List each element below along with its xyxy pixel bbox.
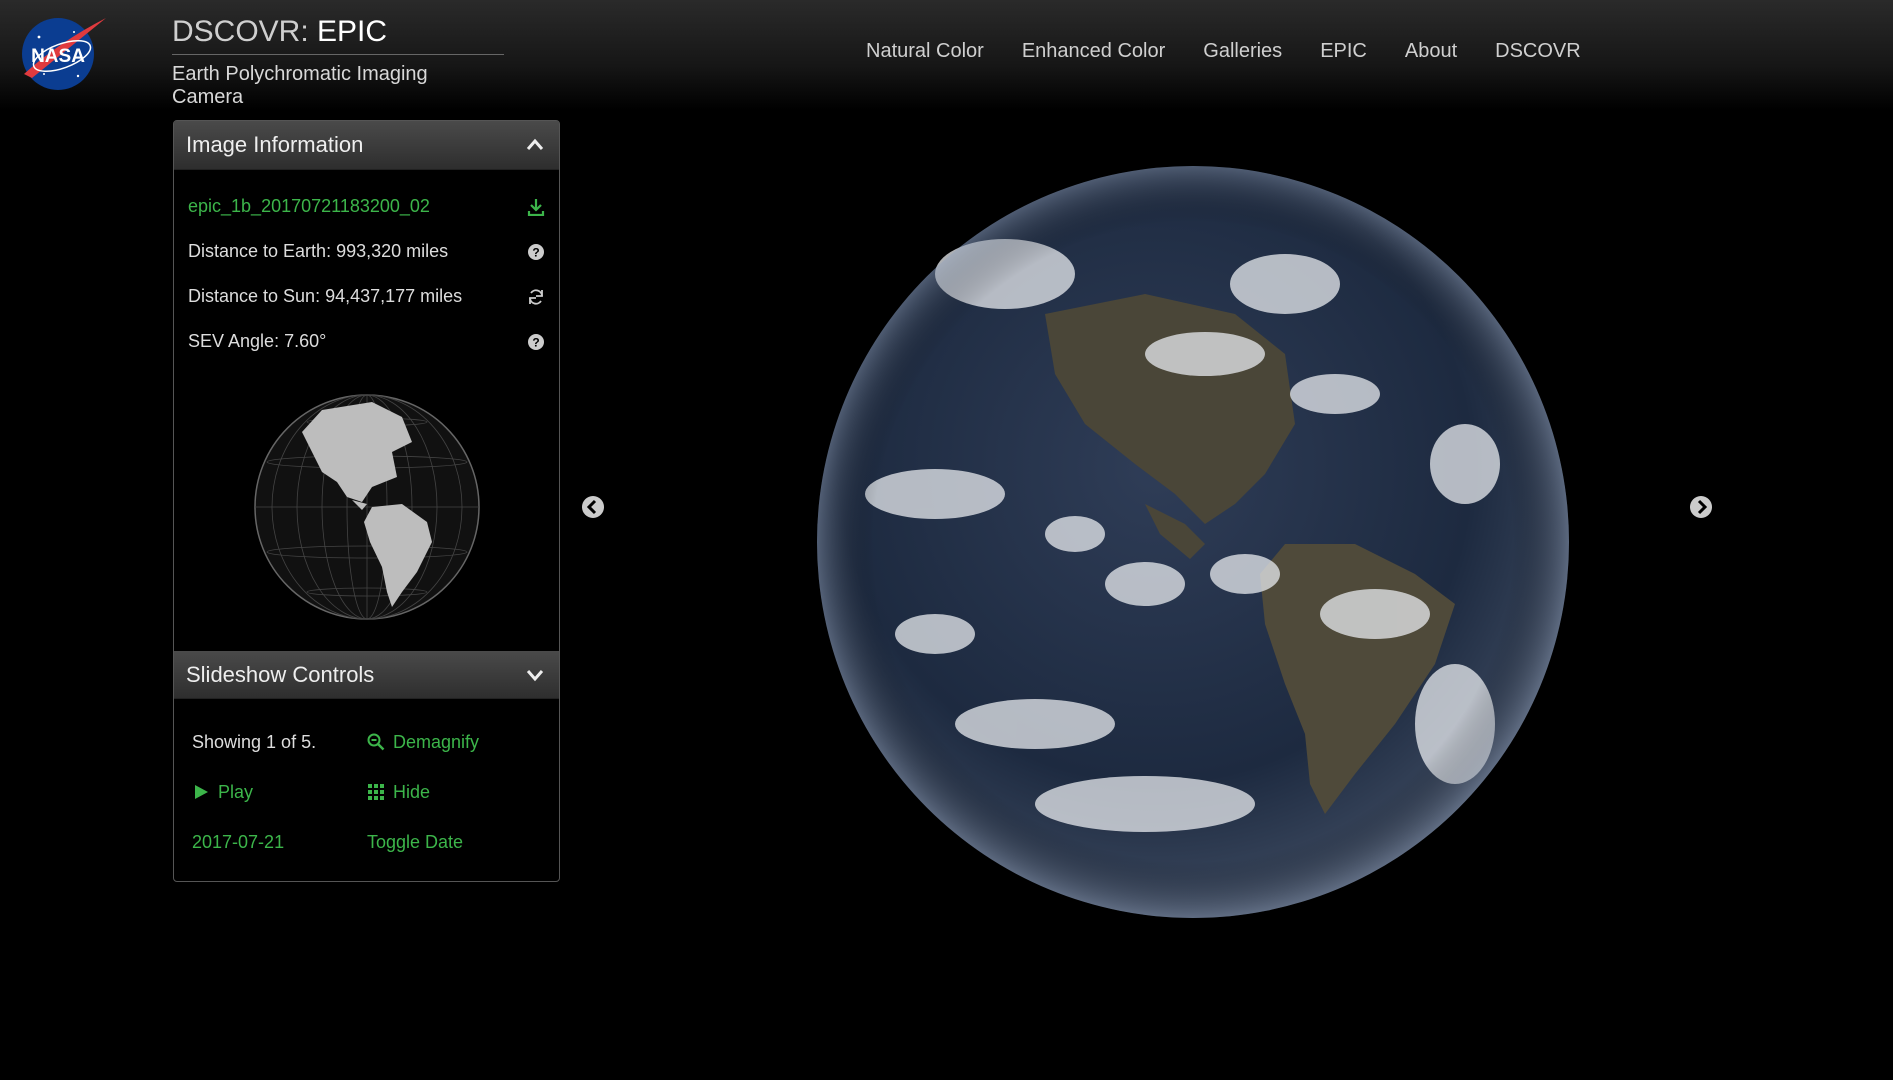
mini-globe-map	[253, 394, 480, 620]
slide-counter: Showing 1 of 5.	[192, 731, 317, 752]
brand: DSCOVR: EPIC Earth Polychromatic Imaging…	[172, 14, 504, 109]
nav-galleries[interactable]: Galleries	[1203, 40, 1282, 63]
chevron-up-icon[interactable]	[525, 135, 545, 155]
download-icon[interactable]	[527, 198, 545, 216]
refresh-icon[interactable]	[527, 288, 545, 306]
nav-about[interactable]: About	[1405, 40, 1457, 63]
side-panel: Image Information epic_1b_20170721183200…	[173, 120, 560, 882]
controls-row: Showing 1 of 5. Demagnify	[192, 717, 542, 767]
site-title[interactable]: DSCOVR: EPIC	[172, 14, 504, 55]
site-subtitle: Earth Polychromatic Imaging Camera	[172, 63, 428, 108]
image-info-title: Image Information	[186, 132, 364, 157]
nav-enhanced-color[interactable]: Enhanced Color	[1022, 40, 1165, 63]
image-info-header[interactable]: Image Information	[174, 121, 559, 170]
controls-row: Play Hide	[192, 767, 542, 817]
nav-dscovr[interactable]: DSCOVR	[1495, 40, 1581, 63]
sev-angle-text: SEV Angle: 7.60°	[188, 331, 327, 351]
slideshow-controls: Showing 1 of 5. Demagnify Play Hide 2017…	[192, 717, 542, 867]
zoom-out-icon	[367, 733, 385, 751]
svg-text:?: ?	[532, 245, 539, 259]
demagnify-label: Demagnify	[393, 731, 480, 752]
arrow-right-icon[interactable]	[1689, 495, 1713, 519]
main-nav: Natural Color Enhanced Color Galleries E…	[866, 40, 1581, 63]
play-icon	[195, 785, 208, 799]
image-filename-link[interactable]: epic_1b_20170721183200_02	[188, 196, 430, 217]
site-header: NASA DSCOVR: EPIC Earth Polychromatic Im…	[0, 0, 1893, 110]
help-icon[interactable]: ?	[527, 333, 545, 351]
distance-sun-text: Distance to Sun: 94,437,177 miles	[188, 286, 463, 306]
nav-epic[interactable]: EPIC	[1320, 40, 1367, 63]
chevron-down-icon[interactable]	[525, 665, 545, 685]
date-link[interactable]: 2017-07-21	[192, 832, 367, 853]
distance-sun-row: Distance to Sun: 94,437,177 miles	[188, 274, 545, 319]
nasa-logo[interactable]: NASA	[14, 12, 110, 92]
toggle-date-button[interactable]: Toggle Date	[367, 832, 542, 853]
distance-earth-row: Distance to Earth: 993,320 miles ?	[188, 229, 545, 274]
hide-label: Hide	[393, 781, 431, 802]
nav-natural-color[interactable]: Natural Color	[866, 40, 984, 63]
arrow-left-icon[interactable]	[581, 495, 605, 519]
image-filename-row: epic_1b_20170721183200_02	[188, 184, 545, 229]
earth-image[interactable]	[815, 164, 1571, 920]
grid-icon	[368, 784, 384, 800]
help-icon[interactable]: ?	[527, 243, 545, 261]
demagnify-button[interactable]: Demagnify	[367, 732, 542, 753]
svg-text:NASA: NASA	[31, 46, 85, 67]
controls-row: 2017-07-21 Toggle Date	[192, 817, 542, 867]
image-info-body: epic_1b_20170721183200_02 Distance to Ea…	[174, 170, 559, 622]
svg-text:?: ?	[532, 335, 539, 349]
slideshow-header[interactable]: Slideshow Controls	[174, 651, 559, 699]
hide-button[interactable]: Hide	[367, 782, 542, 803]
slideshow-title: Slideshow Controls	[186, 661, 375, 687]
distance-earth-text: Distance to Earth: 993,320 miles	[188, 241, 449, 261]
play-label: Play	[218, 781, 254, 802]
sev-angle-row: SEV Angle: 7.60° ?	[188, 319, 545, 364]
play-button[interactable]: Play	[192, 782, 367, 803]
